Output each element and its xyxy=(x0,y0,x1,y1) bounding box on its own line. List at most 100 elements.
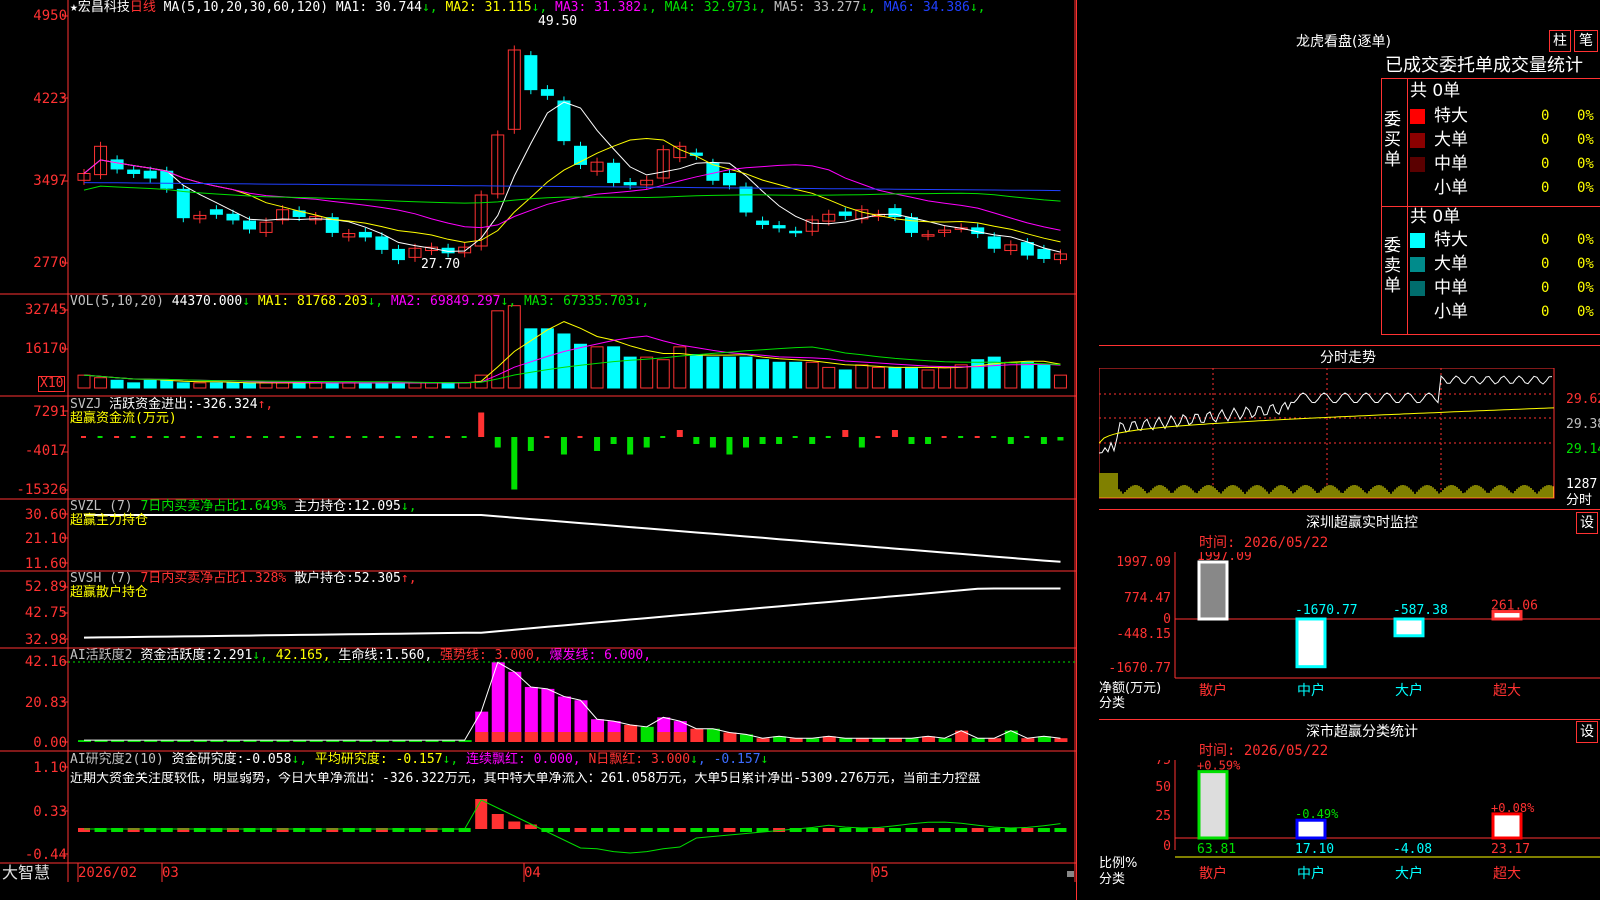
flow-bar xyxy=(130,436,136,438)
research-bar xyxy=(922,828,935,832)
flow-bar xyxy=(891,430,898,437)
dragon-row-count: 0 xyxy=(1541,180,1550,196)
flow-bar xyxy=(461,436,467,438)
dragon-row-pct: 0% xyxy=(1577,132,1594,148)
main-chart-area[interactable]: ★宏昌科技日线 MA(5,10,20,30,60,120) MA1: 30.74… xyxy=(0,0,1076,882)
svzl-header: SVZL (7) 7日内买卖净占比1.649% 主力持仓:12.095↓, xyxy=(70,499,417,514)
research-bar xyxy=(971,828,984,832)
flow-bar xyxy=(163,436,169,438)
classify-settings-button[interactable]: 设 xyxy=(1576,721,1598,743)
realtime-time: 时间: 2026/05/22 xyxy=(1199,535,1329,551)
dragon-row-name: 大单 xyxy=(1434,130,1468,150)
dragon-row-pct: 0% xyxy=(1577,256,1594,272)
dragon-row-pct: 0% xyxy=(1577,180,1594,196)
activity-bar xyxy=(905,738,919,742)
classify-value-label: 63.81 xyxy=(1197,842,1236,857)
research-bar xyxy=(1004,828,1017,832)
research-bar xyxy=(673,828,686,832)
volume-bar xyxy=(789,361,803,389)
flow-bar xyxy=(378,436,384,438)
research-bar xyxy=(475,799,488,829)
svzj-header: SVZJ 活跃资金进出:-326.324↑, xyxy=(70,397,274,412)
research-bar xyxy=(723,828,736,832)
volume-bar xyxy=(888,366,902,389)
legend-swatch xyxy=(1410,157,1425,172)
volume-bar xyxy=(805,361,819,389)
svzl-y-tick: 30.60 xyxy=(24,507,67,523)
flow-bar xyxy=(147,436,153,438)
classify-category-label: 超大 xyxy=(1493,866,1521,882)
classify-category-label: 大户 xyxy=(1395,865,1423,882)
activity-bar xyxy=(723,732,737,742)
flow-bar xyxy=(81,436,86,438)
volume-bar xyxy=(822,366,836,389)
flow-bar xyxy=(875,436,881,438)
bi-button[interactable]: 笔 xyxy=(1574,30,1598,52)
dragon-row-name: 中单 xyxy=(1434,154,1468,174)
candle xyxy=(391,248,405,261)
candle xyxy=(127,169,141,174)
dragon-subtitle: 已成交委托单成交量统计 xyxy=(1385,56,1583,76)
flow-bar xyxy=(842,430,849,437)
realtime-y-tick: -1670.77 xyxy=(1108,661,1171,676)
classify-time: 时间: 2026/05/22 xyxy=(1199,743,1329,759)
activity-line xyxy=(84,661,1061,741)
volume-bar xyxy=(623,356,637,389)
activity-bar xyxy=(971,738,985,742)
candle xyxy=(540,89,554,96)
research-bar xyxy=(740,828,752,832)
intraday-chart[interactable] xyxy=(1099,368,1600,508)
activity-bar xyxy=(872,738,886,742)
intraday-unit: 分时 xyxy=(1566,493,1593,508)
classify-y-tick: 50 xyxy=(1155,780,1171,795)
research-bar xyxy=(988,828,1001,832)
period-label[interactable]: 日线 xyxy=(130,0,156,15)
flow-bar xyxy=(312,436,318,438)
research-bar xyxy=(574,828,587,832)
kline-y-tick: 3497 xyxy=(33,173,67,189)
lock-icon xyxy=(1067,869,1074,877)
classify-y-tick: 25 xyxy=(1155,809,1171,824)
realtime-category-label: 大户 xyxy=(1395,682,1423,699)
ma-value-3: MA3: 67335.703 xyxy=(516,294,634,309)
research-bar xyxy=(557,828,570,832)
classify-title: 深市超赢分类统计 xyxy=(1306,724,1418,740)
research-bar xyxy=(938,828,951,832)
intraday-title: 分时走势 xyxy=(1320,350,1376,366)
ma-value-2: MA2: 31.115 xyxy=(437,0,532,15)
dragon-row-count: 0 xyxy=(1541,256,1550,272)
flow-bar xyxy=(792,436,798,438)
research-bar xyxy=(690,828,703,832)
stock-name: ★宏昌科技 xyxy=(70,0,130,15)
research-bar xyxy=(524,824,537,829)
research-bar xyxy=(806,828,819,832)
realtime-category-label: 散户 xyxy=(1199,682,1227,699)
volume-bar xyxy=(94,377,108,389)
ma-arrow: ↓, xyxy=(750,0,767,15)
candle xyxy=(623,182,637,186)
zhu-button[interactable]: 柱 xyxy=(1549,30,1571,52)
ma-arrow: ↓, xyxy=(500,294,517,309)
research-bar xyxy=(591,828,604,832)
flow-bar xyxy=(809,437,816,444)
flow-bar xyxy=(709,437,716,448)
flow-bar xyxy=(858,437,865,448)
realtime-y-tick: 0 xyxy=(1163,612,1171,627)
classify-bar-label: -0.49% xyxy=(1295,807,1339,821)
intraday-price: 29.14 xyxy=(1566,442,1600,457)
svzj-subtitle: 超赢资金流(万元) xyxy=(70,411,177,426)
flow-bar xyxy=(478,412,485,437)
volume-bar xyxy=(954,364,968,389)
ma-value-1: MA1: 81768.203 xyxy=(250,294,368,309)
kline-header: ★宏昌科技日线 MA(5,10,20,30,60,120) MA1: 30.74… xyxy=(70,1,986,15)
ma-title: MA(5,10,20,30,60,120) xyxy=(163,0,329,15)
volume-bar xyxy=(358,382,372,389)
intraday-divider xyxy=(1099,345,1600,346)
volume-bar xyxy=(689,354,703,389)
classify-category-label: 中户 xyxy=(1297,865,1325,882)
activity-bar xyxy=(789,738,803,742)
candle xyxy=(375,236,389,250)
realtime-settings-button[interactable]: 设 xyxy=(1576,512,1598,534)
volume-bar xyxy=(342,382,356,389)
flow-bar xyxy=(610,437,617,444)
